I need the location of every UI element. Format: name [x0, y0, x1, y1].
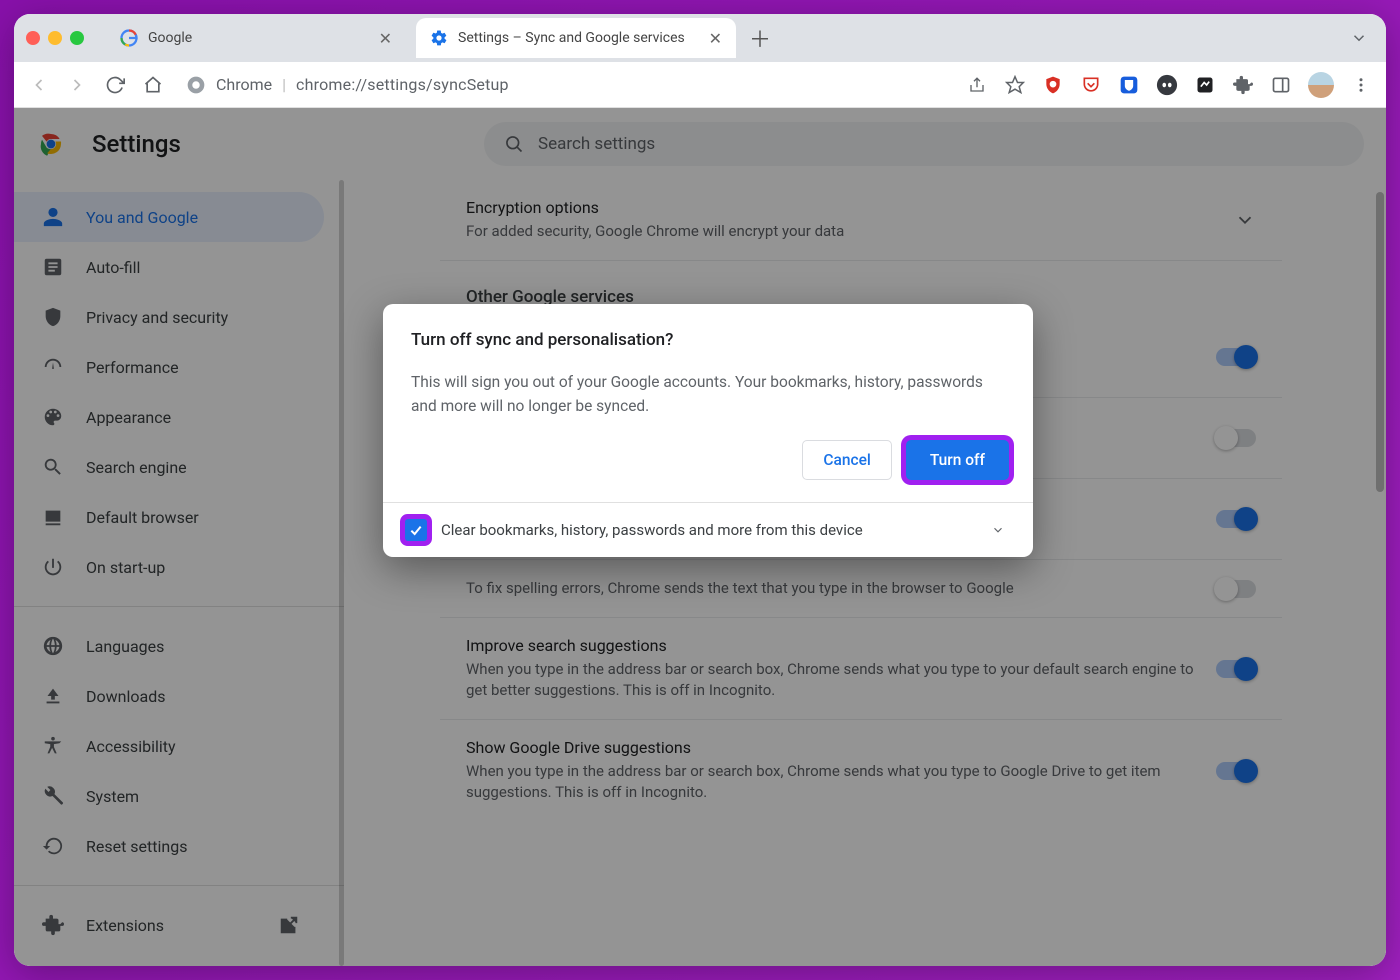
tab-google-label: Google — [148, 30, 369, 46]
tab-settings-sync[interactable]: Settings – Sync and Google services ✕ — [416, 18, 736, 58]
star-icon[interactable] — [1004, 74, 1026, 96]
toolbar-actions — [966, 72, 1372, 98]
reload-button[interactable] — [104, 74, 126, 96]
share-icon[interactable] — [966, 74, 988, 96]
chevron-down-icon[interactable] — [991, 523, 1011, 537]
url-text[interactable]: chrome://settings/syncSetup — [296, 75, 509, 94]
tabs-menu-button[interactable] — [1350, 29, 1374, 47]
extensions-puzzle-icon[interactable] — [1232, 74, 1254, 96]
back-button[interactable] — [28, 74, 50, 96]
gear-icon — [430, 29, 448, 47]
new-tab-button[interactable]: ＋ — [746, 24, 774, 52]
forward-button[interactable] — [66, 74, 88, 96]
google-favicon-icon — [120, 29, 138, 47]
tab-google[interactable]: Google ✕ — [106, 18, 406, 58]
bitwarden-icon[interactable] — [1118, 74, 1140, 96]
window-traffic-lights — [26, 31, 84, 45]
ublock-icon[interactable] — [1042, 74, 1064, 96]
cancel-button[interactable]: Cancel — [802, 440, 891, 480]
extension2-icon[interactable] — [1194, 74, 1216, 96]
discord-icon[interactable] — [1156, 74, 1178, 96]
window-close-button[interactable] — [26, 31, 40, 45]
browser-tab-bar: Google ✕ Settings – Sync and Google serv… — [14, 14, 1386, 62]
close-icon[interactable]: ✕ — [379, 29, 392, 48]
turn-off-button[interactable]: Turn off — [906, 440, 1009, 480]
profile-avatar[interactable] — [1308, 72, 1334, 98]
turn-off-sync-dialog: Turn off sync and personalisation? This … — [383, 304, 1033, 557]
window-fullscreen-button[interactable] — [70, 31, 84, 45]
window-minimize-button[interactable] — [48, 31, 62, 45]
close-icon[interactable]: ✕ — [709, 29, 722, 48]
tab-settings-label: Settings – Sync and Google services — [458, 30, 699, 46]
sidepanel-icon[interactable] — [1270, 74, 1292, 96]
dialog-body-text: This will sign you out of your Google ac… — [411, 370, 1005, 418]
pocket-icon[interactable] — [1080, 74, 1102, 96]
chrome-icon — [186, 75, 206, 95]
dialog-title: Turn off sync and personalisation? — [411, 330, 1005, 350]
clear-data-checkbox[interactable] — [405, 519, 427, 541]
url-origin-label: Chrome — [216, 75, 272, 94]
clear-data-label: Clear bookmarks, history, passwords and … — [441, 521, 977, 539]
checkmark-icon — [408, 522, 424, 538]
kebab-menu-icon[interactable] — [1350, 74, 1372, 96]
browser-toolbar: Chrome | chrome://settings/syncSetup — [14, 62, 1386, 108]
home-button[interactable] — [142, 74, 164, 96]
